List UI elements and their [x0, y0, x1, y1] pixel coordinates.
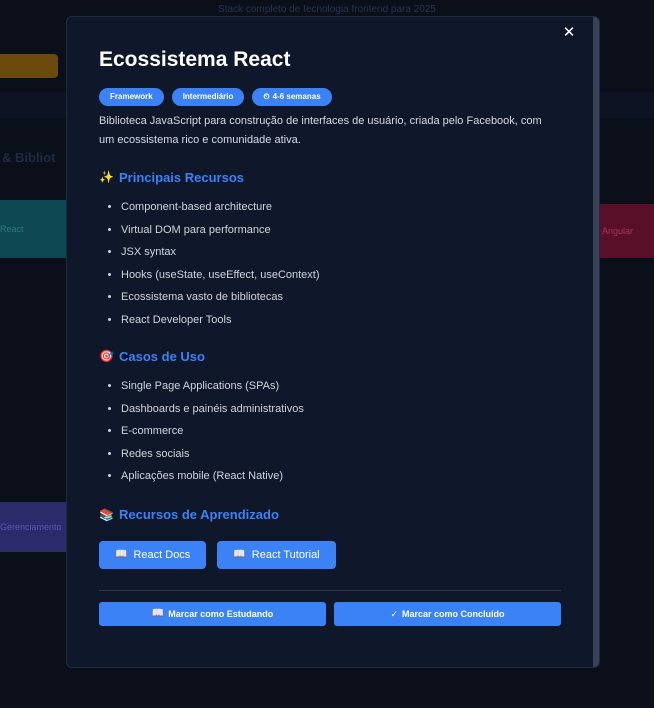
- modal-content: Ecossistema React Framework Intermediári…: [99, 17, 561, 626]
- books-icon: 📚: [99, 507, 114, 522]
- action-buttons: 📖 Marcar como Estudando ✓ Marcar como Co…: [99, 601, 561, 626]
- background-card-angular: Angular: [600, 204, 654, 258]
- book-icon: 📖: [233, 548, 246, 560]
- background-subtitle: Stack completo de tecnologia frontend pa…: [218, 4, 436, 15]
- react-docs-button[interactable]: 📖 React Docs: [99, 540, 207, 569]
- background-card-label: React: [0, 224, 24, 234]
- sparkles-icon: ✨: [99, 170, 114, 184]
- list-item: E-commerce: [121, 420, 561, 443]
- list-item: Ecossistema vasto de bibliotecas: [121, 286, 561, 309]
- features-title-label: Principais Recursos: [119, 169, 244, 185]
- use-cases-list: Single Page Applications (SPAs) Dashboar…: [99, 375, 561, 488]
- list-item: Aplicações mobile (React Native): [121, 465, 561, 488]
- features-section-title: ✨ Principais Recursos: [99, 168, 561, 186]
- close-icon: ✕: [562, 24, 576, 41]
- resource-buttons: 📖 React Docs 📖 React Tutorial: [99, 540, 561, 569]
- resources-section-title: 📚 Recursos de Aprendizado: [99, 506, 561, 524]
- book-icon: 📖: [115, 548, 128, 560]
- list-item: React Developer Tools: [121, 309, 561, 332]
- list-item: Hooks (useState, useEffect, useContext): [121, 264, 561, 287]
- list-item: Virtual DOM para performance: [121, 219, 561, 242]
- background-card-react: React: [0, 200, 66, 258]
- duration-badge: ⏲ 4-6 semanas: [252, 88, 332, 106]
- category-badge: Framework: [99, 88, 164, 106]
- list-item: Redes sociais: [121, 443, 561, 466]
- badge-row: Framework Intermediário ⏲ 4-6 semanas: [99, 88, 561, 106]
- background-card-label: Gerenciamento: [0, 522, 62, 532]
- list-item: Single Page Applications (SPAs): [121, 375, 561, 398]
- react-tutorial-button[interactable]: 📖 React Tutorial: [217, 540, 336, 569]
- use-cases-title-label: Casos de Uso: [119, 348, 205, 364]
- mark-completed-button[interactable]: ✓ Marcar como Concluído: [334, 601, 561, 626]
- check-icon: ✓: [390, 608, 399, 619]
- modal-title: Ecossistema React: [99, 48, 291, 71]
- features-list: Component-based architecture Virtual DOM…: [99, 196, 561, 331]
- list-item: Component-based architecture: [121, 196, 561, 219]
- background-button: [0, 54, 58, 78]
- react-docs-label: React Docs: [133, 548, 191, 561]
- level-badge: Intermediário: [171, 88, 245, 106]
- modal-scrollbar[interactable]: [593, 17, 599, 667]
- clock-icon: ⏲: [263, 92, 270, 101]
- book-icon: 📖: [151, 607, 165, 619]
- duration-badge-label: 4-6 semanas: [272, 92, 321, 101]
- modal-description: Biblioteca JavaScript para construção de…: [99, 115, 542, 146]
- use-cases-section-title: 🎯 Casos de Uso: [99, 347, 561, 365]
- mark-studying-label: Marcar como Estudando: [168, 608, 274, 619]
- target-icon: 🎯: [99, 349, 114, 363]
- resources-title-label: Recursos de Aprendizado: [119, 507, 279, 522]
- list-item: Dashboards e painéis administrativos: [121, 398, 561, 421]
- mark-studying-button[interactable]: 📖 Marcar como Estudando: [99, 601, 326, 626]
- mark-completed-label: Marcar como Concluído: [402, 608, 505, 619]
- tech-detail-modal: ✕ Ecossistema React Framework Intermediá…: [66, 16, 600, 668]
- list-item: JSX syntax: [121, 241, 561, 264]
- react-tutorial-label: React Tutorial: [251, 548, 320, 561]
- background-heading: & Bibliot: [2, 150, 56, 165]
- background-card-state: Gerenciamento: [0, 502, 66, 552]
- background-card-label: Angular: [602, 226, 634, 236]
- close-button[interactable]: ✕: [561, 24, 577, 42]
- divider: [99, 589, 561, 591]
